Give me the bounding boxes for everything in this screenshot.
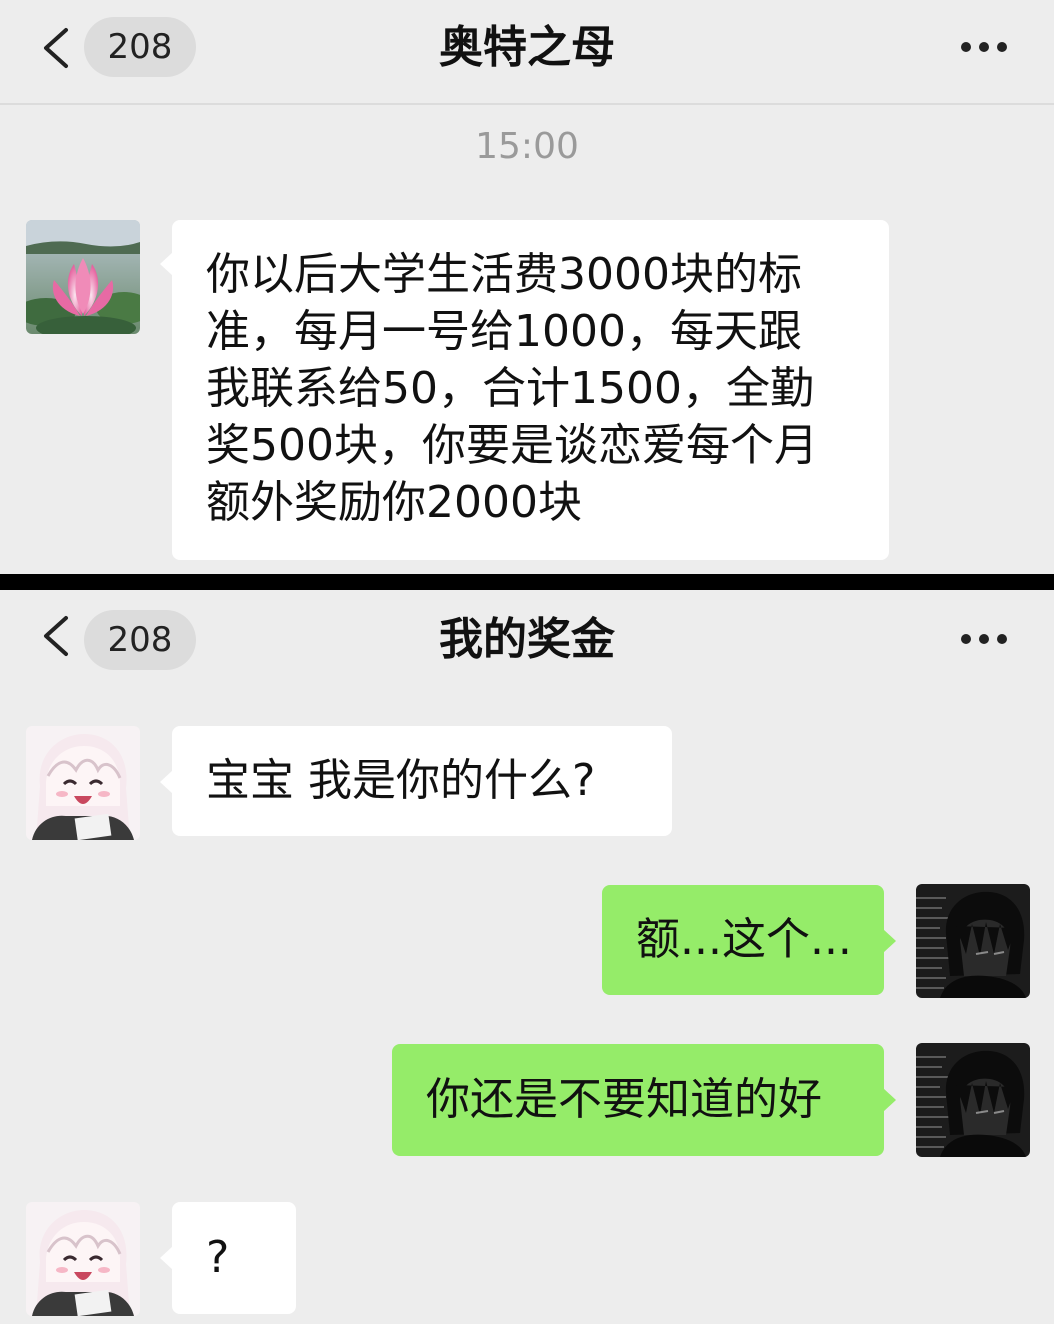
lotus-flower-avatar[interactable] bbox=[26, 220, 140, 334]
chevron-left-icon bbox=[44, 28, 68, 68]
anime-girl-avatar-image bbox=[26, 726, 140, 840]
more-dots-icon bbox=[961, 42, 1007, 52]
message-text: 额...这个... bbox=[636, 914, 852, 965]
screenshot-divider bbox=[0, 574, 1054, 590]
message-text: ? bbox=[206, 1232, 230, 1283]
incoming-message-bubble[interactable]: ? bbox=[160, 1202, 296, 1314]
bubble-tail bbox=[883, 1088, 896, 1112]
lotus-flower-avatar-image bbox=[26, 220, 140, 334]
chevron-left-icon bbox=[44, 616, 68, 656]
back-button[interactable] bbox=[38, 26, 78, 70]
bubble-tail bbox=[883, 929, 896, 953]
dark-haired-boy-avatar[interactable] bbox=[916, 1043, 1030, 1157]
chat-header: 208 我的奖金 bbox=[0, 590, 1054, 690]
dark-haired-boy-avatar[interactable] bbox=[916, 884, 1030, 998]
chat-title: 奥特之母 bbox=[439, 22, 615, 73]
more-options-button[interactable] bbox=[952, 622, 1016, 656]
incoming-message-bubble[interactable]: 宝宝 我是你的什么? bbox=[160, 726, 672, 836]
unread-count-badge[interactable]: 208 bbox=[84, 17, 196, 77]
bubble-tail bbox=[160, 252, 173, 276]
chat-header: 208 奥特之母 bbox=[0, 0, 1054, 105]
bubble-tail bbox=[160, 1246, 173, 1270]
bottom-chat-screen: 208 我的奖金 宝宝 我是你的什么? 额...这个... 你还是不要知道的好 … bbox=[0, 590, 1054, 1324]
anime-girl-avatar[interactable] bbox=[26, 1202, 140, 1316]
message-text: 你还是不要知道的好 bbox=[426, 1074, 822, 1125]
message-line: 额外奖励你2000块 bbox=[206, 477, 582, 528]
outgoing-message-bubble[interactable]: 额...这个... bbox=[602, 885, 896, 995]
anime-girl-avatar[interactable] bbox=[26, 726, 140, 840]
dark-haired-boy-avatar-image bbox=[916, 1043, 1030, 1157]
bubble-tail bbox=[160, 770, 173, 794]
unread-count-badge[interactable]: 208 bbox=[84, 610, 196, 670]
more-dots-icon bbox=[961, 634, 1007, 644]
message-timestamp: 15:00 bbox=[475, 126, 579, 167]
header-divider bbox=[0, 103, 1054, 105]
message-text: 宝宝 我是你的什么? bbox=[206, 755, 596, 806]
dark-haired-boy-avatar-image bbox=[916, 884, 1030, 998]
chat-title: 我的奖金 bbox=[439, 614, 615, 665]
back-button[interactable] bbox=[38, 614, 78, 658]
anime-girl-avatar-image bbox=[26, 1202, 140, 1316]
message-line: 准，每月一号给1000，每天跟 bbox=[206, 306, 802, 357]
message-line: 我联系给50，合计1500，全勤 bbox=[206, 363, 814, 414]
top-chat-screen: 208 奥特之母 15:00 你以后大学生活费3000块的标 准，每月一号给10… bbox=[0, 0, 1054, 574]
more-options-button[interactable] bbox=[952, 30, 1016, 64]
message-line: 你以后大学生活费3000块的标 bbox=[206, 249, 802, 300]
incoming-message-bubble[interactable]: 你以后大学生活费3000块的标 准，每月一号给1000，每天跟 我联系给50，合… bbox=[160, 220, 889, 560]
outgoing-message-bubble[interactable]: 你还是不要知道的好 bbox=[392, 1044, 896, 1156]
message-line: 奖500块，你要是谈恋爱每个月 bbox=[206, 420, 818, 471]
